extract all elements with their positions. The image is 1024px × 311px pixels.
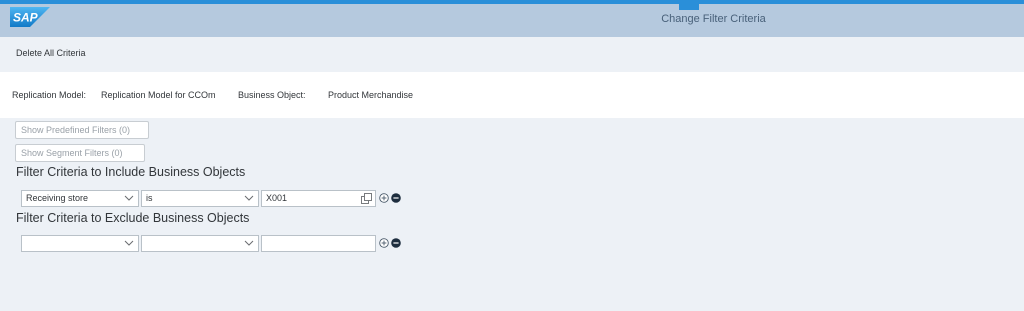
- show-predefined-filters-button[interactable]: Show Predefined Filters (0): [15, 121, 149, 139]
- chevron-down-icon: [124, 240, 134, 246]
- include-field-select[interactable]: Receiving store: [21, 190, 139, 207]
- include-operator-value: is: [146, 193, 153, 203]
- include-value-input[interactable]: X001: [261, 190, 376, 207]
- remove-circle-icon[interactable]: [391, 193, 401, 203]
- delete-all-criteria-button[interactable]: Delete All Criteria: [16, 48, 86, 58]
- value-help-icon[interactable]: [361, 193, 372, 204]
- object-header: Replication Model: Replication Model for…: [0, 72, 1024, 118]
- exclude-operator-select[interactable]: [141, 235, 259, 252]
- show-segment-filters-button[interactable]: Show Segment Filters (0): [15, 144, 145, 162]
- business-object-value: Product Merchandise: [328, 90, 414, 100]
- include-section-title: Filter Criteria to Include Business Obje…: [16, 165, 246, 179]
- business-object-label: Business Object:: [238, 90, 306, 100]
- shell-notch: [679, 0, 699, 10]
- include-value-text: X001: [266, 193, 288, 203]
- chevron-down-icon: [124, 195, 134, 201]
- exclude-field-select[interactable]: [21, 235, 139, 252]
- exclude-value-input[interactable]: [261, 235, 376, 252]
- toolbar: Delete All Criteria: [0, 37, 1024, 72]
- remove-circle-icon[interactable]: [391, 238, 401, 248]
- add-circle-icon[interactable]: [379, 193, 389, 203]
- replication-model-label: Replication Model:: [12, 90, 87, 100]
- include-operator-select[interactable]: is: [141, 190, 259, 207]
- add-circle-icon[interactable]: [379, 238, 389, 248]
- include-field-value: Receiving store: [26, 193, 89, 203]
- exclude-section-title: Filter Criteria to Exclude Business Obje…: [16, 211, 250, 225]
- chevron-down-icon: [244, 240, 254, 246]
- replication-model-value: Replication Model for CCOm: [101, 90, 216, 100]
- page-title: Change Filter Criteria: [661, 13, 766, 25]
- chevron-down-icon: [244, 195, 254, 201]
- shell-bar: SAP Change Filter Criteria: [0, 0, 1024, 37]
